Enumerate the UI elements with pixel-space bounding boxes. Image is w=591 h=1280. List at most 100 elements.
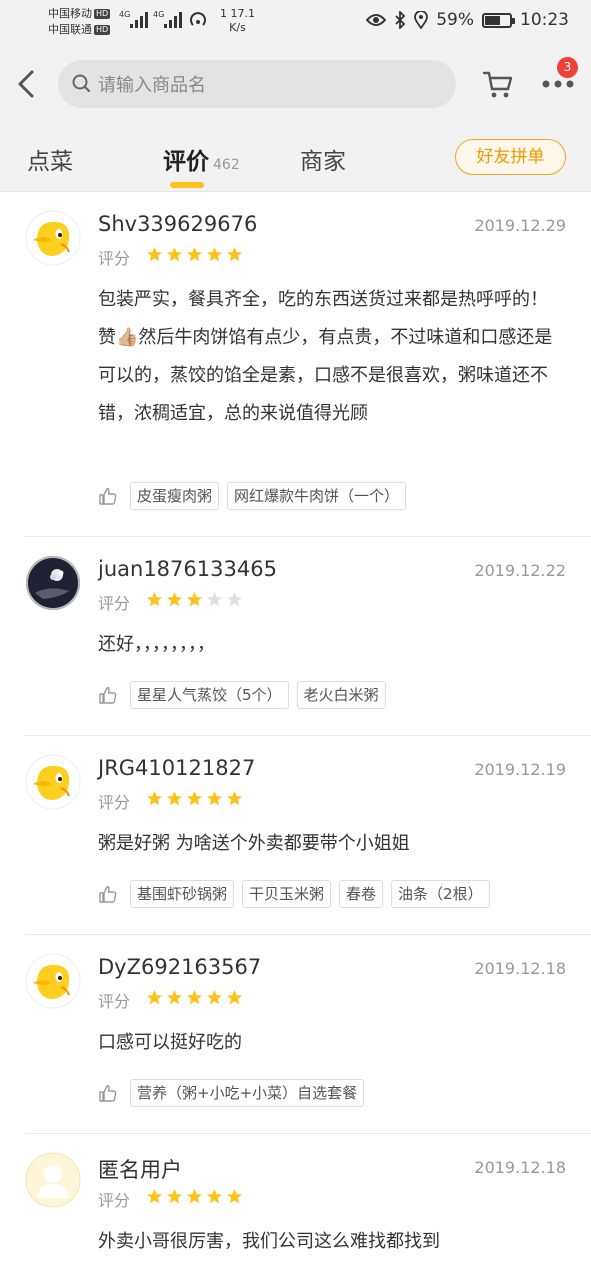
search-icon <box>72 74 91 93</box>
review-content: 外卖小哥很厉害，我们公司这么难找都找到 <box>98 1231 440 1252</box>
score-label: 评分 <box>98 793 131 812</box>
bluetooth-icon <box>395 11 406 29</box>
star-filled-icon <box>147 1189 162 1204</box>
location-icon <box>414 11 429 29</box>
thumbs-up-icon <box>99 1085 117 1102</box>
hotspot-icon <box>190 12 206 26</box>
top-navigation: 请输入商品名 3 <box>0 44 591 124</box>
review-content: 粥是好粥 为啥送个外卖都要带个小姐姐 <box>98 833 410 854</box>
group-order-button[interactable]: 好友拼单 <box>455 139 566 175</box>
search-input[interactable]: 请输入商品名 <box>58 60 456 108</box>
eye-icon <box>366 14 387 26</box>
dish-tag[interactable]: 干贝玉米粥 <box>242 880 332 908</box>
reviewer-name: 匿名用户 <box>98 1158 182 1182</box>
carrier-2: 中国联通 <box>48 23 92 36</box>
star-filled-icon <box>187 990 202 1005</box>
star-filled-icon <box>187 791 202 806</box>
star-filled-icon <box>187 1189 202 1204</box>
signal-1-icon <box>130 12 148 28</box>
star-filled-icon <box>227 1189 242 1204</box>
reviewer-name: juan1876133465 <box>98 557 277 581</box>
avatar[interactable] <box>25 555 81 611</box>
avatar[interactable] <box>25 210 81 266</box>
dish-tag[interactable]: 春卷 <box>339 880 384 908</box>
tab-reviews[interactable]: 评价 462 <box>163 142 240 176</box>
score-label: 评分 <box>98 594 131 613</box>
reviewer-name: DyZ692163567 <box>98 955 262 979</box>
star-filled-icon <box>207 1189 222 1204</box>
review-divider <box>25 536 591 537</box>
network-type-1: 4G <box>119 10 131 19</box>
reviews-count: 462 <box>213 157 240 173</box>
dish-tag[interactable]: 网红爆款牛肉饼（一个） <box>227 482 407 510</box>
star-filled-icon <box>227 791 242 806</box>
dish-tag[interactable]: 油条（2根） <box>391 880 490 908</box>
status-right: 59% 10:23 <box>366 10 569 30</box>
star-filled-icon <box>207 990 222 1005</box>
signal-2-icon <box>164 12 182 28</box>
star-filled-icon <box>147 791 162 806</box>
review-date: 2019.12.29 <box>474 216 566 235</box>
carrier-info: 中国移动 HD 中国联通 HD <box>48 6 111 38</box>
avatar[interactable] <box>25 1152 81 1208</box>
status-bar: 中国移动 HD 中国联通 HD 4G 4G 1 17.1 K/s 59% 10:23 <box>0 0 591 44</box>
active-tab-indicator <box>170 182 204 188</box>
carrier-1: 中国移动 <box>48 7 92 20</box>
star-filled-icon <box>227 247 242 262</box>
thumbs-up-icon <box>99 886 117 903</box>
liked-dishes: 星星人气蒸饺（5个） 老火白米粥 <box>98 681 386 709</box>
star-filled-icon <box>147 990 162 1005</box>
review-divider <box>25 1133 591 1134</box>
dish-tag[interactable]: 基围虾砂锅粥 <box>130 880 235 908</box>
clock: 10:23 <box>520 10 569 30</box>
rating-stars <box>146 989 243 1006</box>
score-label: 评分 <box>98 249 131 268</box>
rating-stars <box>146 790 243 807</box>
reviewer-name: Shv339629676 <box>98 212 258 236</box>
star-filled-icon <box>207 791 222 806</box>
review-date: 2019.12.18 <box>474 959 566 978</box>
network-speed: 1 17.1 K/s <box>220 7 255 34</box>
battery-percent: 59% <box>436 10 474 30</box>
star-empty-icon <box>207 592 222 607</box>
review-content: 口感可以挺好吃的 <box>98 1032 242 1053</box>
liked-dishes: 基围虾砂锅粥 干贝玉米粥 春卷 油条（2根） <box>98 880 490 908</box>
tab-merchant[interactable]: 商家 <box>300 142 346 176</box>
dish-tag[interactable]: 星星人气蒸饺（5个） <box>130 681 289 709</box>
review-divider <box>25 735 591 736</box>
star-filled-icon <box>167 247 182 262</box>
dish-tag[interactable]: 营养（粥+小吃+小菜）自选套餐 <box>130 1079 365 1107</box>
star-filled-icon <box>147 592 162 607</box>
star-filled-icon <box>227 990 242 1005</box>
tab-reviews-label: 评价 <box>163 149 209 175</box>
star-filled-icon <box>167 592 182 607</box>
dish-tag[interactable]: 老火白米粥 <box>296 681 386 709</box>
star-filled-icon <box>167 990 182 1005</box>
battery-icon <box>482 12 515 28</box>
network-type-2: 4G <box>153 10 165 19</box>
liked-dishes: 营养（粥+小吃+小菜）自选套餐 <box>98 1079 365 1107</box>
review-date: 2019.12.22 <box>474 561 566 580</box>
hd-badge-1: HD <box>94 9 111 19</box>
liked-dishes: 皮蛋瘦肉粥 网红爆款牛肉饼（一个） <box>98 482 407 510</box>
reviewer-name: JRG410121827 <box>98 756 256 780</box>
star-filled-icon <box>167 1189 182 1204</box>
tab-order[interactable]: 点菜 <box>27 142 73 176</box>
back-arrow-icon[interactable] <box>12 66 42 102</box>
avatar[interactable] <box>25 754 81 810</box>
star-empty-icon <box>227 592 242 607</box>
thumbs-up-icon <box>99 488 117 505</box>
dish-tag[interactable]: 皮蛋瘦肉粥 <box>130 482 220 510</box>
cart-icon[interactable] <box>482 70 514 100</box>
review-content: 包装严实，餐具齐全，吃的东西送货过来都是热呼呼的！赞👍🏼然后牛肉饼馅有点少，有点… <box>98 289 553 424</box>
tab-bar: 点菜 评价 462 商家 好友拼单 <box>0 124 591 192</box>
review-content: 还好，，，，，，，， <box>98 634 215 655</box>
notification-badge: 3 <box>557 57 578 78</box>
star-filled-icon <box>187 247 202 262</box>
search-placeholder: 请输入商品名 <box>98 75 206 96</box>
score-label: 评分 <box>98 1191 131 1210</box>
review-divider <box>25 934 591 935</box>
rating-stars <box>146 246 243 263</box>
score-label: 评分 <box>98 992 131 1011</box>
avatar[interactable] <box>25 953 81 1009</box>
